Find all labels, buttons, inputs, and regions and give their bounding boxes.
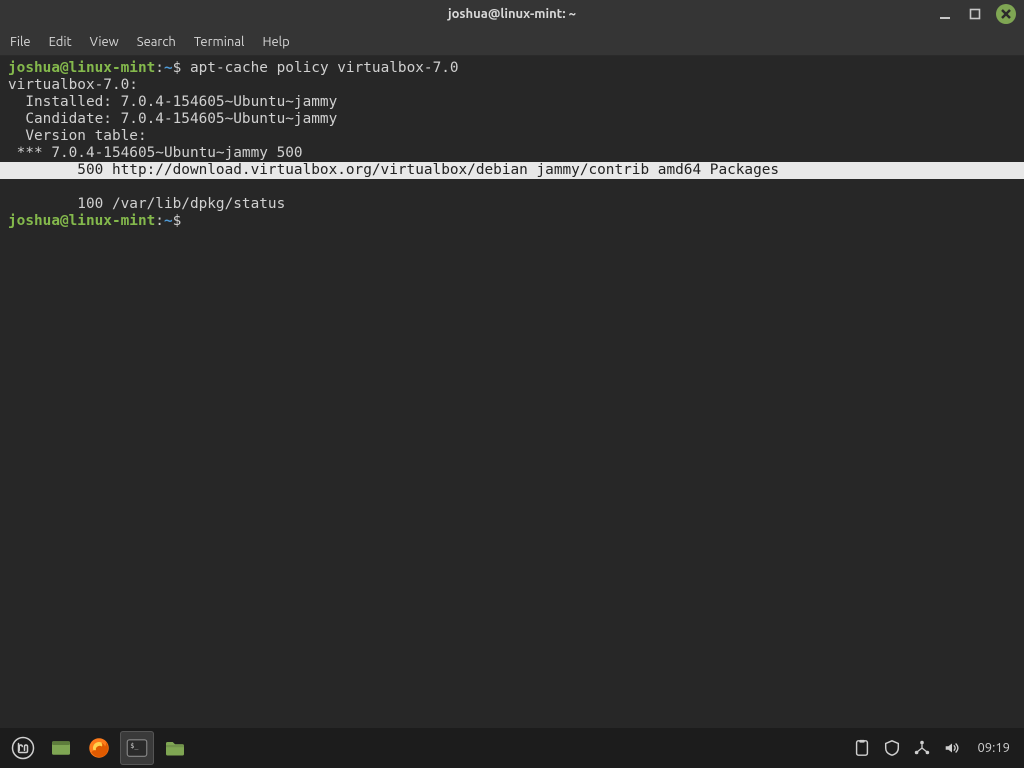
menu-edit[interactable]: Edit [49,35,72,49]
tray-clipboard[interactable] [853,739,871,757]
svg-text:$_: $_ [130,742,139,750]
prompt-path: ~ [164,213,173,229]
terminal-line: Version table: [8,128,147,144]
terminal-line: virtualbox-7.0: [8,77,138,93]
terminal-taskbar-button[interactable]: $_ [120,731,154,765]
menubar: File Edit View Search Terminal Help [0,28,1024,56]
firefox-icon [87,736,111,760]
menu-help[interactable]: Help [262,35,289,49]
terminal-line-highlighted: 500 http://download.virtualbox.org/virtu… [0,162,1024,179]
menu-search[interactable]: Search [137,35,176,49]
menu-view[interactable]: View [90,35,119,49]
window-titlebar[interactable]: joshua@linux-mint: ~ [0,0,1024,28]
menu-terminal[interactable]: Terminal [194,35,245,49]
terminal-line: joshua@linux-mint:~$ [8,213,190,229]
network-icon [913,739,931,757]
terminal-line: Candidate: 7.0.4-154605~Ubuntu~jammy [8,111,337,127]
clipboard-icon [853,739,871,757]
maximize-icon [969,8,981,20]
desktop-icon [49,736,73,760]
prompt-colon: : [155,60,164,76]
window-controls [936,4,1016,24]
minimize-button[interactable] [936,5,954,23]
taskbar: $_ [0,728,1024,768]
terminal-line: Installed: 7.0.4-154605~Ubuntu~jammy [8,94,337,110]
system-tray: 09:19 [853,739,1018,757]
volume-icon [943,739,961,757]
taskbar-clock[interactable]: 09:19 [977,741,1010,755]
show-desktop-button[interactable] [44,731,78,765]
tray-security[interactable] [883,739,901,757]
terminal-viewport[interactable]: joshua@linux-mint:~$ apt-cache policy vi… [0,56,1024,728]
terminal-line: 100 /var/lib/dpkg/status [8,196,285,212]
terminal-icon: $_ [125,736,149,760]
terminal-window: joshua@linux-mint: ~ File Edit View Sear… [0,0,1024,728]
mint-logo-icon [11,736,35,760]
shield-icon [883,739,901,757]
prompt-colon: : [155,213,164,229]
menu-file[interactable]: File [10,35,31,49]
prompt-sigil: $ [173,213,182,229]
minimize-icon [939,8,951,20]
prompt-user: joshua@linux-mint [8,213,155,229]
terminal-line: joshua@linux-mint:~$ apt-cache policy vi… [8,60,459,76]
firefox-launcher[interactable] [82,731,116,765]
window-title: joshua@linux-mint: ~ [0,7,1024,21]
tray-network[interactable] [913,739,931,757]
close-icon [1001,9,1011,19]
prompt-user: joshua@linux-mint [8,60,155,76]
files-launcher[interactable] [158,731,192,765]
start-menu-button[interactable] [6,731,40,765]
taskbar-left: $_ [6,731,192,765]
terminal-line: *** 7.0.4-154605~Ubuntu~jammy 500 [8,145,303,161]
command-text: apt-cache policy virtualbox-7.0 [190,60,459,76]
tray-volume[interactable] [943,739,961,757]
maximize-button[interactable] [966,5,984,23]
prompt-sigil: $ [173,60,182,76]
close-button[interactable] [996,4,1016,24]
folder-icon [163,736,187,760]
prompt-path: ~ [164,60,173,76]
